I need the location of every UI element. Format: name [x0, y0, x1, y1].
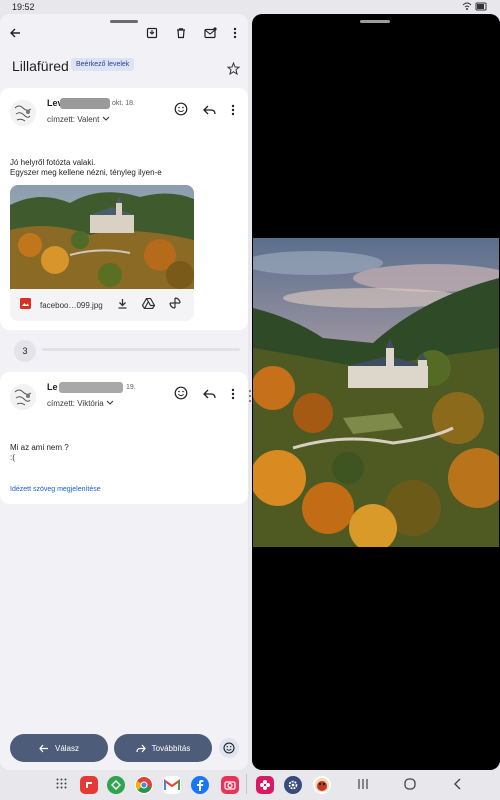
recipient-text: címzett: Valent: [47, 115, 100, 124]
emoji-react-icon[interactable]: [174, 386, 188, 405]
reply-button[interactable]: Válasz: [10, 734, 108, 762]
emoji-button[interactable]: [219, 738, 239, 758]
archive-icon: [146, 27, 158, 39]
gallery-app-icon[interactable]: [256, 776, 274, 794]
sender-avatar[interactable]: [10, 100, 36, 126]
reply-icon[interactable]: [203, 103, 216, 121]
inbox-label-chip[interactable]: Beérkező levelek: [71, 58, 135, 71]
chevron-down-icon: [102, 116, 109, 121]
sender-avatar[interactable]: [10, 384, 36, 410]
message-body: Jó helyről fotózta valaki. Egyszer meg k…: [10, 158, 162, 178]
collapsed-count-badge[interactable]: 3: [14, 340, 36, 362]
emoji-react-icon[interactable]: [174, 102, 188, 121]
recipient-line[interactable]: címzett: Viktória: [47, 399, 114, 408]
taskbar: [0, 770, 500, 800]
sender-name: Le: [47, 382, 58, 392]
taskbar-separator: [246, 774, 247, 794]
image-file-icon: [20, 296, 31, 314]
trash-icon: [177, 28, 185, 39]
home-button-icon[interactable]: [404, 778, 416, 793]
status-time: 19:52: [12, 2, 35, 12]
message-more-icon[interactable]: [231, 103, 235, 121]
redacted-block: [60, 98, 110, 109]
photos-icon[interactable]: [169, 296, 181, 314]
message-date: 19.: [126, 384, 136, 391]
forward-arrow-icon: [136, 744, 146, 752]
drive-icon[interactable]: [141, 296, 156, 314]
forward-button[interactable]: Továbbítás: [114, 734, 212, 762]
facebook-app-icon[interactable]: [191, 776, 209, 794]
recent-apps-icon[interactable]: [357, 778, 369, 793]
attachment-filename: faceboo…099.jpg: [40, 300, 103, 310]
pane-drag-handle[interactable]: [110, 20, 138, 23]
chevron-down-icon: [106, 400, 114, 405]
feedly-app-icon[interactable]: [107, 776, 125, 794]
mail-icon: [203, 27, 217, 39]
smiley-icon: [223, 742, 235, 754]
pane-drag-handle[interactable]: [360, 20, 390, 23]
more-menu-icon[interactable]: [226, 24, 244, 42]
body-line: :(: [10, 453, 15, 462]
attachment-footer: faceboo…099.jpg: [10, 289, 194, 321]
body-line: Jó helyről fotózta valaki.: [10, 158, 96, 167]
archive-button[interactable]: [143, 24, 161, 42]
message-more-icon[interactable]: [231, 387, 235, 405]
email-pane: Lillafüred Beérkező levelek Lev okt. 18.…: [0, 14, 248, 770]
download-icon[interactable]: [117, 296, 128, 314]
chrome-app-icon[interactable]: [135, 776, 153, 794]
attachment-card[interactable]: faceboo…099.jpg: [10, 185, 194, 321]
thread-subject: Lillafüred: [12, 58, 69, 74]
flipboard-app-icon[interactable]: [80, 776, 98, 794]
mark-unread-button[interactable]: [201, 24, 219, 42]
redacted-block: [59, 382, 123, 393]
gmail-app-icon[interactable]: [163, 776, 181, 794]
message-body: Mi az ami nem ? :(: [10, 443, 69, 463]
camera-app-icon[interactable]: [221, 776, 239, 794]
message-card: Le 19. címzett: Viktória Mi az ami nem ?…: [0, 372, 248, 504]
reply-icon[interactable]: [203, 387, 216, 405]
status-bar: 19:52: [0, 0, 500, 14]
settings-app-icon[interactable]: [284, 776, 302, 794]
full-image[interactable]: [253, 238, 499, 547]
wifi-battery-icon: [462, 2, 487, 11]
back-nav-icon[interactable]: [453, 778, 463, 793]
body-line: Egyszer meg kellene nézni, tényleg ilyen…: [10, 168, 162, 177]
recipient-text: címzett: Viktória: [47, 399, 104, 408]
back-arrow-icon[interactable]: [6, 24, 24, 42]
game-app-icon[interactable]: [313, 776, 331, 794]
delete-button[interactable]: [172, 24, 190, 42]
status-icons: [462, 2, 488, 13]
message-date: okt. 18.: [112, 100, 135, 107]
reply-arrow-icon: [39, 744, 48, 752]
reply-button-label: Válasz: [54, 743, 79, 753]
attachment-thumbnail: [10, 185, 194, 289]
show-quoted-text-link[interactable]: Idézett szöveg megjelenítése: [10, 486, 101, 493]
image-viewer-pane: [252, 14, 500, 770]
recipient-line[interactable]: címzett: Valent: [47, 115, 110, 124]
app-drawer-icon[interactable]: [56, 778, 67, 792]
body-line: Mi az ami nem ?: [10, 443, 69, 452]
collapsed-divider: [42, 348, 240, 351]
forward-button-label: Továbbítás: [151, 743, 191, 753]
star-icon[interactable]: [226, 61, 241, 78]
